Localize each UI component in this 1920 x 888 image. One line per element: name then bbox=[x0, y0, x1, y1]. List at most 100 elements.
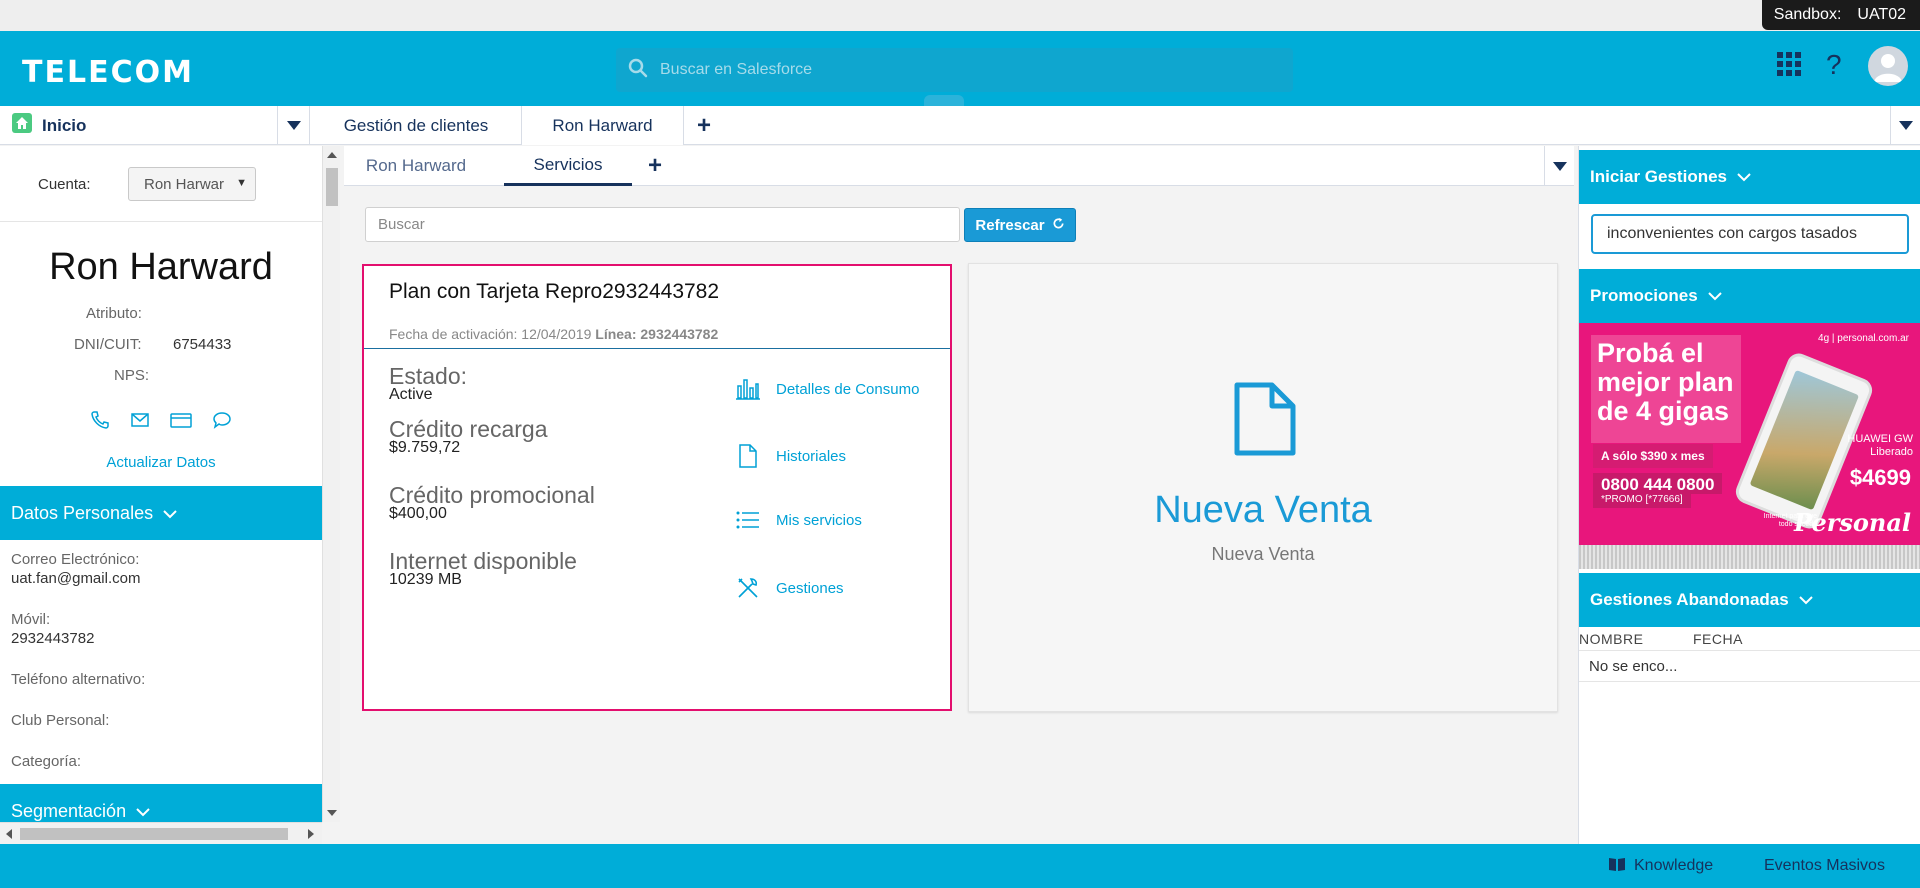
plus-icon: + bbox=[647, 152, 662, 179]
promo-brand-top: 4g | personal.com.ar bbox=[1818, 333, 1909, 344]
global-header: TELECOM Buscar en Salesforce ? bbox=[0, 31, 1920, 106]
scroll-down-arrow[interactable] bbox=[327, 810, 337, 816]
tab-home[interactable]: Inicio bbox=[0, 106, 310, 145]
list-icon bbox=[734, 510, 762, 530]
tab-overflow-chevron-down-icon[interactable] bbox=[1890, 106, 1920, 145]
plan-card: Plan con Tarjeta Repro2932443782 Fecha d… bbox=[362, 264, 952, 711]
iniciar-gestiones-header[interactable]: Iniciar Gestiones bbox=[1579, 150, 1920, 204]
action-label: Mis servicios bbox=[776, 511, 862, 529]
eventos-masivos-button[interactable]: Eventos Masivos bbox=[1764, 844, 1885, 888]
table-row: No se enco... bbox=[1579, 652, 1920, 682]
line-value: 2932443782 bbox=[640, 326, 719, 342]
chat-icon[interactable] bbox=[212, 410, 232, 435]
tools-icon bbox=[734, 576, 762, 600]
sidebar-vertical-scrollbar[interactable] bbox=[322, 146, 340, 822]
historiales-link[interactable]: Historiales bbox=[734, 444, 846, 468]
email-icon[interactable] bbox=[130, 410, 150, 435]
device-liberado: Liberado bbox=[1870, 446, 1913, 458]
scroll-thumb[interactable] bbox=[20, 828, 288, 840]
top-strip: Sandbox: UAT02 bbox=[0, 0, 1920, 31]
tab-home-label: Inicio bbox=[42, 115, 87, 135]
add-subtab-button[interactable]: + bbox=[640, 146, 670, 186]
global-search-input[interactable]: Buscar en Salesforce bbox=[616, 48, 1293, 92]
add-tab-button[interactable]: + bbox=[684, 106, 724, 145]
movil-label: Móvil: bbox=[11, 611, 51, 628]
tab-gestion-clientes[interactable]: Gestión de clientes bbox=[311, 106, 522, 145]
knowledge-label: Knowledge bbox=[1634, 857, 1714, 874]
sandbox-label: Sandbox: bbox=[1773, 6, 1842, 23]
datos-personales-header[interactable]: Datos Personales bbox=[0, 486, 322, 540]
promo-headline: Probá el mejor plan de 4 gigas bbox=[1597, 338, 1734, 426]
dni-value: 6754433 bbox=[173, 336, 232, 353]
promo-banner[interactable]: Probá el mejor plan de 4 gigas A sólo $3… bbox=[1579, 323, 1920, 569]
scroll-up-arrow[interactable] bbox=[327, 152, 337, 158]
gestiones-abandonadas-header[interactable]: Gestiones Abandonadas bbox=[1579, 573, 1920, 627]
gestion-input-value: inconvenientes con cargos tasados bbox=[1607, 225, 1857, 242]
gestion-search-input[interactable]: inconvenientes con cargos tasados bbox=[1591, 214, 1909, 254]
tab-label: Gestión de clientes bbox=[343, 115, 489, 135]
svg-text:?: ? bbox=[1826, 50, 1842, 78]
nav-menu-chevron-down-icon[interactable] bbox=[277, 106, 309, 145]
activation-date: 12/04/2019 bbox=[521, 326, 592, 342]
select-arrow-icon: ▼ bbox=[236, 177, 247, 189]
subtab-label: Ron Harward bbox=[365, 156, 467, 175]
section-title: Iniciar Gestiones bbox=[1590, 167, 1727, 186]
nps-label: NPS: bbox=[114, 367, 150, 384]
action-label: Historiales bbox=[776, 447, 847, 465]
refresh-button[interactable]: Refrescar bbox=[964, 208, 1076, 242]
promociones-header[interactable]: Promociones bbox=[1579, 269, 1920, 323]
account-select[interactable]: Ron Harwar ▼ bbox=[128, 167, 256, 201]
section-title: Promociones bbox=[1590, 286, 1698, 305]
promo-device: HUAWEI GW Liberado bbox=[1847, 433, 1913, 459]
activation-label: Fecha de activación: bbox=[389, 326, 518, 342]
credito-recarga-value: $9.759,72 bbox=[389, 439, 461, 456]
email-value: uat.fan@gmail.com bbox=[11, 570, 141, 587]
refresh-label: Refrescar bbox=[975, 216, 1045, 234]
sandbox-badge: Sandbox: UAT02 bbox=[1761, 0, 1920, 30]
subtab-overflow-chevron-down-icon[interactable] bbox=[1544, 146, 1574, 186]
home-icon bbox=[12, 113, 32, 138]
tab-ron-harward[interactable]: Ron Harward bbox=[522, 106, 684, 145]
customer-name: Ron Harward bbox=[49, 246, 273, 288]
subtab-ron-harward[interactable]: Ron Harward bbox=[356, 146, 476, 186]
mis-servicios-link[interactable]: Mis servicios bbox=[734, 510, 862, 530]
promo-code: *PROMO [*77666] bbox=[1593, 493, 1691, 508]
chevron-down-icon bbox=[1798, 590, 1813, 610]
search-scope-handle[interactable] bbox=[924, 95, 964, 106]
promo-price: A sólo $390 x mes bbox=[1593, 444, 1713, 468]
utility-bar: Knowledge Eventos Masivos bbox=[0, 844, 1920, 888]
column-nombre[interactable]: NOMBRE bbox=[1579, 631, 1693, 650]
chevron-down-icon bbox=[1707, 286, 1722, 306]
chevron-down-icon bbox=[1737, 167, 1751, 187]
sidebar-horizontal-scrollbar[interactable] bbox=[0, 822, 322, 844]
gestiones-link[interactable]: Gestiones bbox=[734, 576, 844, 600]
subtab-bar: Ron Harward Servicios + bbox=[344, 146, 1574, 186]
user-avatar[interactable] bbox=[1868, 46, 1908, 86]
subtab-label: Servicios bbox=[533, 154, 603, 174]
knowledge-button[interactable]: Knowledge bbox=[1608, 844, 1713, 888]
phone-icon[interactable] bbox=[90, 410, 110, 435]
card-icon[interactable] bbox=[170, 410, 192, 435]
subtab-servicios[interactable]: Servicios bbox=[504, 146, 632, 186]
contact-actions bbox=[90, 410, 232, 435]
scroll-right-arrow[interactable] bbox=[308, 829, 314, 839]
document-icon bbox=[1234, 382, 1296, 461]
chevron-down-icon bbox=[136, 801, 150, 822]
services-search-input[interactable]: Buscar bbox=[365, 207, 960, 242]
scroll-left-arrow[interactable] bbox=[6, 829, 12, 839]
detalles-consumo-link[interactable]: Detalles de Consumo bbox=[734, 378, 919, 400]
promo-phone-number: 0800 444 0800 bbox=[1593, 473, 1723, 494]
document-icon bbox=[734, 444, 762, 468]
empty-message: No se enco... bbox=[1589, 658, 1678, 675]
plan-meta: Fecha de activación: 12/04/2019 Línea: 2… bbox=[389, 326, 718, 342]
account-select-value: Ron Harwar bbox=[144, 175, 225, 193]
column-fecha[interactable]: FECHA bbox=[1693, 631, 1743, 650]
nueva-venta-card[interactable]: Nueva Venta Nueva Venta bbox=[968, 263, 1558, 712]
update-data-link[interactable]: Actualizar Datos bbox=[0, 454, 322, 471]
app-launcher-icon[interactable] bbox=[1776, 51, 1802, 82]
account-selector-row: Cuenta: Ron Harwar ▼ bbox=[0, 146, 322, 222]
scroll-thumb[interactable] bbox=[326, 168, 338, 206]
atributo-label: Atributo: bbox=[86, 305, 142, 322]
help-icon[interactable]: ? bbox=[1824, 49, 1846, 83]
plus-icon: + bbox=[696, 111, 711, 139]
